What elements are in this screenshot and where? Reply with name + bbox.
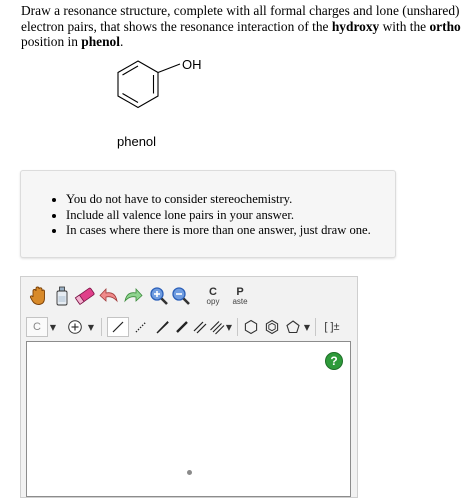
editor-toolbar-bottom: C ▼ ▼ ▼ ▼ []± — [21, 312, 357, 342]
zoom-out-icon[interactable] — [171, 284, 191, 308]
help-button[interactable]: ? — [325, 352, 343, 370]
benzene-ring-icon[interactable] — [262, 317, 282, 337]
bold-bond-tool-icon[interactable] — [173, 317, 191, 337]
triple-bond-tool-icon[interactable] — [208, 317, 226, 337]
atom-dropdown-arrow-icon[interactable]: ▼ — [49, 319, 57, 335]
question-part-4: . — [119, 34, 124, 50]
atom-select[interactable]: C — [26, 317, 48, 337]
structure-editor: C opy P aste C ▼ ▼ ▼ ▼ []± ? — [20, 276, 358, 498]
undo-icon[interactable] — [99, 284, 121, 308]
paste-button-label: aste — [232, 296, 248, 306]
charge-dropdown-arrow-icon[interactable]: ▼ — [87, 319, 95, 335]
single-bond-tool-icon[interactable] — [107, 317, 129, 337]
copy-button[interactable]: C opy — [202, 285, 224, 307]
hand-tool-icon[interactable] — [27, 284, 49, 308]
instructions-list: You do not have to consider stereochemis… — [66, 192, 371, 239]
ring-dropdown-arrow-icon[interactable]: ▼ — [303, 319, 311, 335]
paste-button[interactable]: P aste — [228, 285, 252, 307]
hydroxy-group-label: OH — [182, 57, 202, 72]
bottle-tool-icon[interactable] — [52, 284, 72, 308]
bond-dropdown-arrow-icon[interactable]: ▼ — [225, 319, 233, 335]
cyclohexane-ring-icon[interactable] — [241, 317, 261, 337]
question-part-2: with the — [379, 18, 430, 34]
instruction-item: In cases where there is more than one an… — [66, 223, 371, 239]
double-bond-tool-icon[interactable] — [191, 317, 209, 337]
redo-icon[interactable] — [121, 284, 143, 308]
question-bold-ortho: ortho — [429, 18, 461, 34]
paste-button-letter: P — [236, 285, 244, 298]
canvas-point-marker — [187, 470, 192, 475]
bracket-charge-button[interactable]: [ ]± — [319, 317, 345, 337]
dashed-bond-tool-icon[interactable] — [131, 317, 151, 337]
instruction-item: Include all valence lone pairs in your a… — [66, 208, 371, 224]
question-bold-hydroxy: hydroxy — [331, 18, 380, 34]
toolbar-divider — [101, 318, 102, 336]
instructions-box: You do not have to consider stereochemis… — [20, 170, 396, 258]
question-part-3: position in — [21, 34, 82, 50]
charge-plus-icon[interactable] — [65, 317, 85, 337]
molecule-name: phenol — [117, 134, 157, 149]
instruction-item: You do not have to consider stereochemis… — [66, 192, 371, 208]
phenol-structure: OH — [117, 57, 202, 109]
editor-toolbar-top: C opy P aste — [21, 281, 357, 311]
wedge-bond-tool-icon[interactable] — [152, 317, 172, 337]
eraser-icon[interactable] — [74, 284, 96, 308]
question-text: Draw a resonance structure, complete wit… — [21, 3, 461, 50]
copy-button-label: opy — [206, 296, 220, 306]
zoom-in-icon[interactable] — [149, 284, 169, 308]
toolbar-divider — [237, 318, 238, 336]
drawing-canvas[interactable]: ? — [26, 341, 351, 497]
cyclopentane-ring-icon[interactable] — [283, 317, 303, 337]
copy-button-letter: C — [209, 285, 217, 298]
question-bold-phenol: phenol — [81, 34, 120, 50]
toolbar-divider — [315, 318, 316, 336]
